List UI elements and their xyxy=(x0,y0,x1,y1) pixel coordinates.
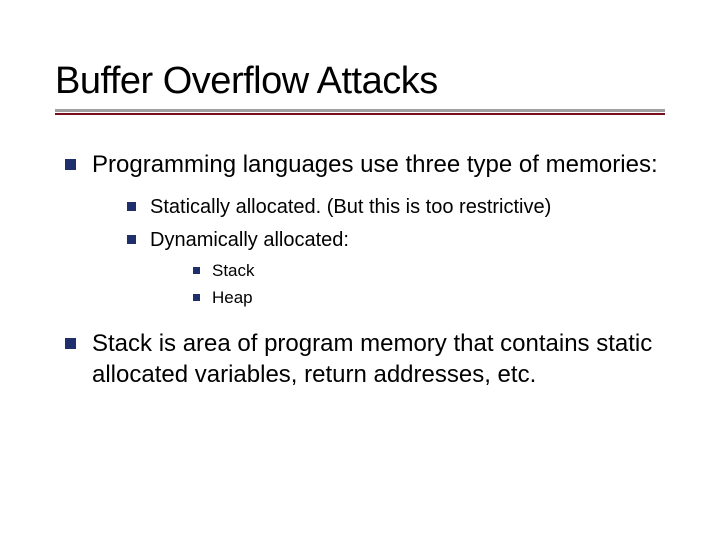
list-item: Stack xyxy=(193,260,665,283)
square-bullet-icon xyxy=(65,159,76,170)
square-bullet-icon xyxy=(193,267,200,274)
list-item: Programming languages use three type of … xyxy=(65,149,665,180)
square-bullet-icon xyxy=(127,235,136,244)
list-item: Statically allocated. (But this is too r… xyxy=(127,194,665,221)
square-bullet-icon xyxy=(65,338,76,349)
list-item: Heap xyxy=(193,287,665,310)
bullet-text: Dynamically allocated: xyxy=(150,227,349,254)
bullet-text: Stack xyxy=(212,260,255,283)
bullet-text: Stack is area of program memory that con… xyxy=(92,328,665,390)
list-item: Stack is area of program memory that con… xyxy=(65,328,665,390)
bullet-text: Heap xyxy=(212,287,253,310)
title-underline xyxy=(55,109,665,115)
square-bullet-icon xyxy=(193,294,200,301)
list-item: Dynamically allocated: xyxy=(127,227,665,254)
bullet-text: Programming languages use three type of … xyxy=(92,149,658,180)
square-bullet-icon xyxy=(127,202,136,211)
bullet-text: Statically allocated. (But this is too r… xyxy=(150,194,551,221)
slide-title: Buffer Overflow Attacks xyxy=(55,60,665,103)
